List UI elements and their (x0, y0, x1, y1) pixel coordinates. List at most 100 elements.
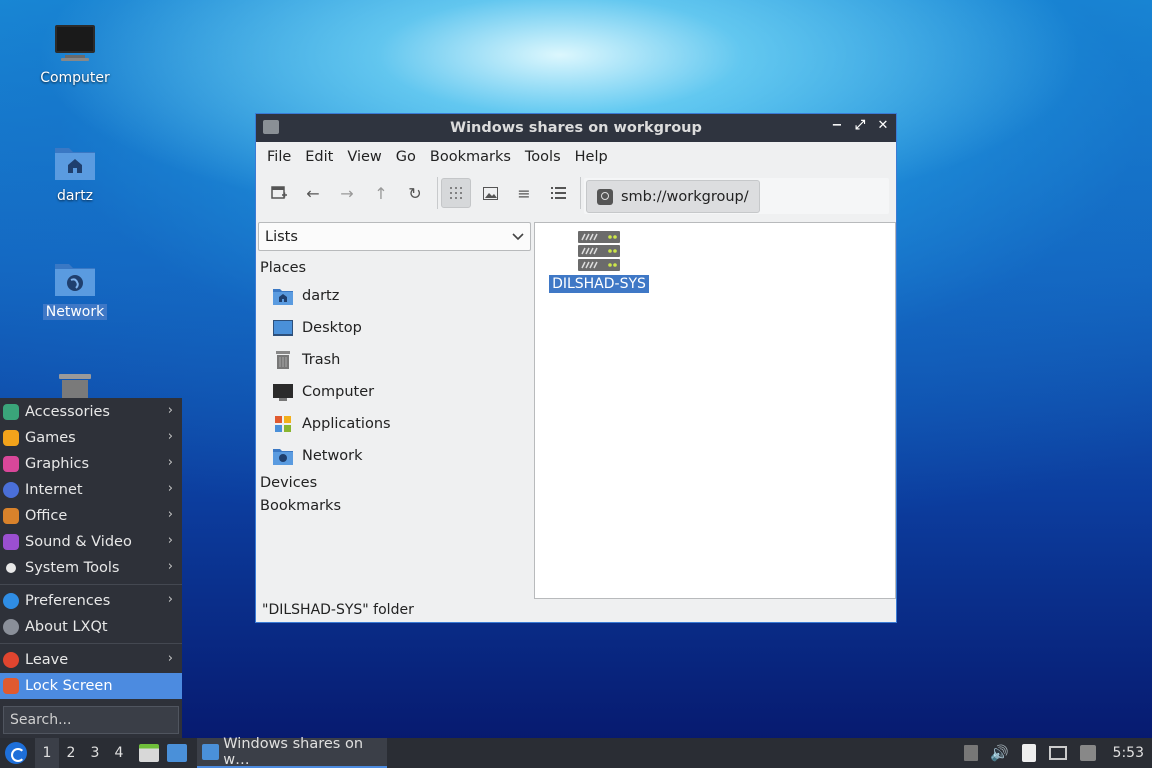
list-detail-icon (550, 187, 566, 199)
up-button[interactable]: ↑ (366, 178, 396, 208)
network-status-icon[interactable] (1048, 746, 1067, 760)
menu-item-label: Lock Screen (25, 678, 113, 694)
network-folder-icon (53, 256, 97, 300)
desktop-icon-computer[interactable]: Computer (25, 22, 125, 86)
desktop-3-button[interactable]: 3 (83, 738, 107, 768)
file-manager-launcher-icon[interactable] (139, 744, 159, 762)
place-item-dartz[interactable]: dartz (257, 280, 530, 312)
volume-icon[interactable]: 🔊 (990, 744, 1009, 762)
menu-item-internet[interactable]: Internet › (0, 477, 182, 503)
side-pane-mode-select[interactable]: Lists (258, 222, 531, 251)
path-segment[interactable]: smb://workgroup/ (586, 180, 760, 213)
desktop-icon (273, 319, 293, 337)
menu-item-games[interactable]: Games › (0, 425, 182, 451)
place-item-trash[interactable]: Trash (257, 344, 530, 376)
file-item[interactable]: DILSHAD-SYS (549, 229, 649, 293)
menu-item-sound-video[interactable]: Sound & Video › (0, 529, 182, 555)
menu-item-label: Leave (25, 652, 69, 668)
menu-item-office[interactable]: Office › (0, 503, 182, 529)
menubar: File Edit View Go Bookmarks Tools Help (256, 142, 896, 172)
desktop-4-button[interactable]: 4 (107, 738, 131, 768)
bookmarks-heading[interactable]: Bookmarks (257, 495, 530, 518)
desktop-icon-label: Network (42, 304, 108, 320)
clock[interactable]: 5:53 (1113, 745, 1144, 761)
show-desktop-icon[interactable] (167, 744, 187, 762)
home-folder-icon (273, 287, 293, 305)
minimize-button[interactable]: − (830, 118, 844, 133)
detailed-view-button[interactable] (543, 178, 573, 208)
menu-item-system-tools[interactable]: System Tools › (0, 555, 182, 581)
menu-tools[interactable]: Tools (518, 149, 568, 165)
main-menu-icon[interactable] (5, 742, 27, 764)
reload-icon: ↻ (408, 183, 422, 203)
menu-item-preferences[interactable]: Preferences › (0, 588, 182, 614)
notification-icon[interactable] (1079, 745, 1096, 761)
menu-item-label: Preferences (25, 593, 111, 609)
path-text: smb://workgroup/ (621, 188, 749, 205)
menu-help[interactable]: Help (568, 149, 615, 165)
chevron-right-icon: › (167, 533, 173, 548)
file-view[interactable]: DILSHAD-SYS (534, 222, 896, 599)
accessories-icon (3, 404, 19, 420)
network-search-icon (597, 188, 613, 205)
chevron-right-icon: › (167, 403, 173, 418)
menu-go[interactable]: Go (389, 149, 423, 165)
computer-icon (53, 22, 97, 66)
chevron-right-icon: › (167, 651, 173, 666)
menu-item-label: Games (25, 430, 76, 446)
menu-item-label: About LXQt (25, 619, 108, 635)
system-tray: 🔊 5:53 (963, 738, 1152, 768)
desktop-2-button[interactable]: 2 (59, 738, 83, 768)
toolbar-separator (580, 177, 581, 209)
menu-separator (0, 643, 182, 644)
place-item-network[interactable]: Network (257, 440, 530, 472)
list-compact-icon: ≡ (517, 183, 531, 203)
desktop-icon-network[interactable]: Network (25, 256, 125, 320)
clipboard-icon[interactable] (1021, 744, 1036, 762)
menu-file[interactable]: File (260, 149, 298, 165)
window-titlebar[interactable]: Windows shares on workgroup − ⤢ ✕ (256, 114, 896, 142)
file-label: DILSHAD-SYS (549, 275, 649, 293)
menu-view[interactable]: View (340, 149, 388, 165)
office-icon (3, 508, 19, 524)
grid-view-icon (450, 187, 462, 199)
menu-item-graphics[interactable]: Graphics › (0, 451, 182, 477)
task-label: Windows shares on w… (223, 736, 364, 768)
maximize-button[interactable]: ⤢ (853, 118, 867, 133)
forward-button[interactable]: → (332, 178, 362, 208)
back-button[interactable]: ← (298, 178, 328, 208)
place-item-desktop[interactable]: Desktop (257, 312, 530, 344)
path-bar[interactable]: smb://workgroup/ (584, 178, 889, 214)
eject-icon[interactable] (963, 745, 978, 761)
menu-item-leave[interactable]: Leave › (0, 647, 182, 673)
menu-item-about[interactable]: About LXQt (0, 614, 182, 640)
menu-item-accessories[interactable]: Accessories › (0, 399, 182, 425)
place-item-applications[interactable]: Applications (257, 408, 530, 440)
chevron-right-icon: › (167, 507, 173, 522)
start-menu: Accessories › Games › Graphics › Internet › … (0, 398, 182, 738)
menu-item-lock-screen[interactable]: Lock Screen (0, 673, 182, 699)
menu-item-label: Graphics (25, 456, 90, 472)
info-icon (3, 619, 19, 635)
desktop-icon-home[interactable]: dartz (25, 140, 125, 204)
reload-button[interactable]: ↻ (400, 178, 430, 208)
menu-edit[interactable]: Edit (298, 149, 340, 165)
menu-search-input[interactable]: Search... (3, 706, 179, 734)
place-label: Network (302, 448, 363, 464)
close-button[interactable]: ✕ (876, 118, 890, 133)
preferences-icon (3, 593, 19, 609)
image-view-icon (482, 186, 498, 200)
compact-view-button[interactable]: ≡ (509, 178, 539, 208)
thumbnail-view-button[interactable] (475, 178, 505, 208)
taskbar-window-button[interactable]: Windows shares on w… (197, 736, 387, 768)
server-icon (578, 231, 620, 271)
place-label: Trash (302, 352, 341, 368)
chevron-right-icon: › (167, 592, 173, 607)
menu-bookmarks[interactable]: Bookmarks (423, 149, 518, 165)
place-item-computer[interactable]: Computer (257, 376, 530, 408)
place-label: Applications (302, 416, 391, 432)
desktop-1-button[interactable]: 1 (35, 738, 59, 768)
icon-view-button[interactable] (441, 178, 471, 208)
devices-heading[interactable]: Devices (257, 472, 530, 495)
new-tab-button[interactable] (264, 178, 294, 208)
